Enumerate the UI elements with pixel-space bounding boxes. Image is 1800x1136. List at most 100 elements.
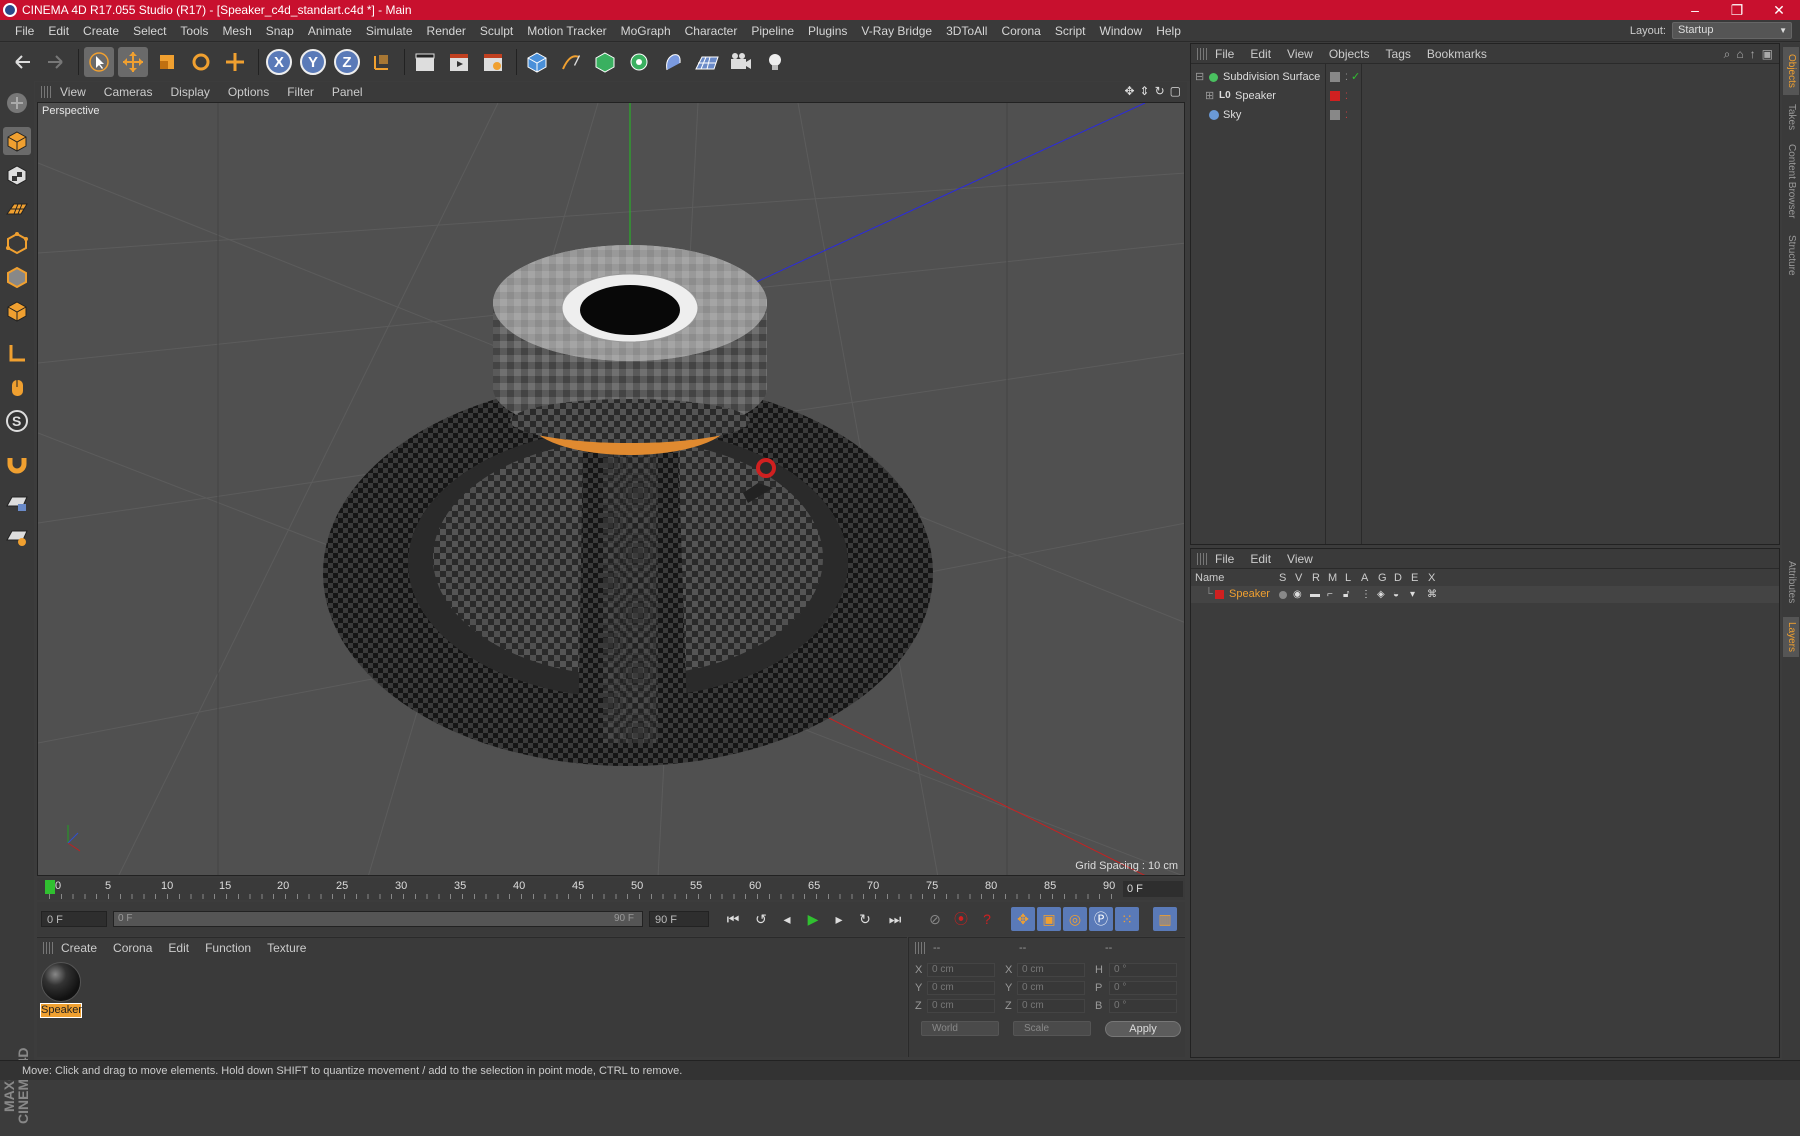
scale-tool-button[interactable] — [152, 47, 182, 77]
pos-z-field[interactable]: 0 cm — [927, 999, 995, 1013]
material-menu-function[interactable]: Function — [197, 941, 259, 955]
expand-toggle-icon[interactable]: ⊞ — [1205, 87, 1214, 105]
y-axis-toggle[interactable]: Y — [300, 49, 326, 75]
menu-file[interactable]: File — [8, 20, 41, 42]
new-view-icon[interactable]: ▣ — [1762, 47, 1773, 62]
object-row-speaker[interactable]: ⊞ L0 Speaker ⁚ — [1191, 87, 1779, 105]
layer-tag-icon[interactable] — [1330, 72, 1340, 82]
frame-range-slider[interactable]: 0 F 90 F — [113, 911, 643, 927]
home-icon[interactable]: ⌂ — [1736, 47, 1743, 62]
menu-character[interactable]: Character — [678, 20, 745, 42]
menu-render[interactable]: Render — [420, 20, 473, 42]
col-name[interactable]: Name — [1195, 570, 1224, 586]
animation-icon[interactable]: ⋮ — [1361, 586, 1371, 603]
start-frame-field[interactable]: 0 F — [41, 911, 107, 927]
add-mograph-button[interactable] — [624, 47, 654, 77]
end-frame-field[interactable]: 90 F — [649, 911, 709, 927]
panel-grip[interactable] — [41, 86, 51, 98]
objects-menu-objects[interactable]: Objects — [1321, 47, 1378, 61]
col-animation[interactable]: A — [1361, 570, 1368, 586]
panel-grip[interactable] — [43, 942, 53, 954]
texture-mode-button[interactable] — [3, 161, 31, 189]
generator-icon[interactable]: ◈ — [1377, 586, 1385, 603]
object-row-subdivision-surface[interactable]: ⊟ Subdivision Surface ⁚ ✓ — [1191, 68, 1779, 86]
coordinate-space-dropdown[interactable]: World — [921, 1021, 999, 1036]
make-editable-button[interactable] — [3, 89, 31, 117]
live-selection-button[interactable] — [84, 47, 114, 77]
add-spline-button[interactable] — [556, 47, 586, 77]
add-floor-button[interactable] — [692, 47, 722, 77]
tab-structure[interactable]: Structure — [1783, 227, 1799, 283]
menu-simulate[interactable]: Simulate — [359, 20, 420, 42]
render-view-button[interactable] — [410, 47, 440, 77]
objects-menu-file[interactable]: File — [1207, 47, 1242, 61]
add-cube-button[interactable] — [522, 47, 552, 77]
previous-frame-button[interactable]: ◂ — [775, 907, 799, 931]
menu-sculpt[interactable]: Sculpt — [473, 20, 520, 42]
panel-grip[interactable] — [1197, 552, 1207, 565]
rot-p-field[interactable]: 0 ° — [1109, 981, 1177, 995]
col-generators[interactable]: G — [1378, 570, 1387, 586]
up-arrow-icon[interactable]: ↑ — [1750, 47, 1756, 62]
lock-icon[interactable]: 🔓︎ — [1343, 586, 1349, 603]
material-menu-corona[interactable]: Corona — [105, 941, 160, 955]
polygons-mode-button[interactable] — [3, 297, 31, 325]
col-view[interactable]: V — [1295, 570, 1302, 586]
add-deformer-button[interactable] — [658, 47, 688, 77]
apply-button[interactable]: Apply — [1105, 1021, 1181, 1037]
undo-button[interactable] — [8, 47, 38, 77]
menu-mograph[interactable]: MoGraph — [614, 20, 678, 42]
objects-menu-bookmarks[interactable]: Bookmarks — [1419, 47, 1495, 61]
deformer-icon[interactable]: ◒ — [1393, 586, 1399, 603]
perspective-viewport[interactable]: Perspective Grid Spacing : 10 cm — [37, 102, 1185, 876]
menu-create[interactable]: Create — [76, 20, 126, 42]
maximize-view-icon[interactable]: ▢ — [1170, 84, 1181, 98]
model-mode-button[interactable] — [3, 127, 31, 155]
go-to-start-button[interactable]: ⏮ — [721, 907, 745, 931]
tab-objects[interactable]: Objects — [1783, 47, 1799, 95]
objects-menu-edit[interactable]: Edit — [1242, 47, 1279, 61]
magnet-tool-button[interactable] — [3, 449, 31, 477]
panel-grip[interactable] — [1197, 47, 1207, 60]
z-axis-toggle[interactable]: Z — [334, 49, 360, 75]
key-position-button[interactable]: ✥ — [1011, 907, 1035, 931]
add-camera-button[interactable] — [726, 47, 756, 77]
viewport-menu-view[interactable]: View — [51, 85, 95, 99]
visibility-dots-icon[interactable]: ⁚ — [1345, 68, 1348, 86]
points-mode-button[interactable] — [3, 229, 31, 257]
dolly-icon[interactable]: ⇕ — [1140, 84, 1150, 98]
menu-mesh[interactable]: Mesh — [215, 20, 258, 42]
visibility-dots-icon[interactable]: ⁚ — [1345, 87, 1348, 105]
lock-workplane-button[interactable] — [3, 489, 31, 517]
col-solo[interactable]: S — [1279, 570, 1286, 586]
timeline-ruler[interactable]: 0 5 10 15 20 25 30 35 40 45 50 55 60 65 … — [37, 878, 1185, 900]
col-deformers[interactable]: D — [1394, 570, 1402, 586]
menu-select[interactable]: Select — [126, 20, 173, 42]
viewport-menu-options[interactable]: Options — [219, 85, 278, 99]
key-scale-button[interactable]: ▣ — [1037, 907, 1061, 931]
size-x-field[interactable]: 0 cm — [1017, 963, 1085, 977]
viewport-menu-filter[interactable]: Filter — [278, 85, 323, 99]
pos-x-field[interactable]: 0 cm — [927, 963, 995, 977]
menu-plugins[interactable]: Plugins — [801, 20, 854, 42]
record-keys-disabled-button[interactable]: ⊘ — [923, 907, 947, 931]
material-swatch[interactable]: Speaker — [40, 962, 82, 1018]
menu-pipeline[interactable]: Pipeline — [744, 20, 801, 42]
tab-layers[interactable]: Layers — [1783, 617, 1799, 657]
close-button[interactable]: ✕ — [1758, 0, 1800, 20]
key-rotation-button[interactable]: ◎ — [1063, 907, 1087, 931]
enabled-check-icon[interactable]: ✓ — [1351, 68, 1360, 86]
maximize-button[interactable]: ❐ — [1716, 0, 1758, 20]
rot-h-field[interactable]: 0 ° — [1109, 963, 1177, 977]
tweak-mode-button[interactable] — [3, 373, 31, 401]
size-mode-dropdown[interactable]: Scale — [1013, 1021, 1091, 1036]
collapse-toggle-icon[interactable]: ⊟ — [1195, 68, 1204, 86]
tab-content-browser[interactable]: Content Browser — [1783, 139, 1799, 223]
objects-menu-tags[interactable]: Tags — [1378, 47, 1419, 61]
search-icon[interactable]: ⌕ — [1724, 47, 1731, 62]
viewport-menu-display[interactable]: Display — [161, 85, 218, 99]
planar-workplane-button[interactable] — [3, 523, 31, 551]
menu-snap[interactable]: Snap — [259, 20, 301, 42]
play-button[interactable]: ▶ — [801, 907, 825, 931]
rotate-tool-button[interactable] — [186, 47, 216, 77]
